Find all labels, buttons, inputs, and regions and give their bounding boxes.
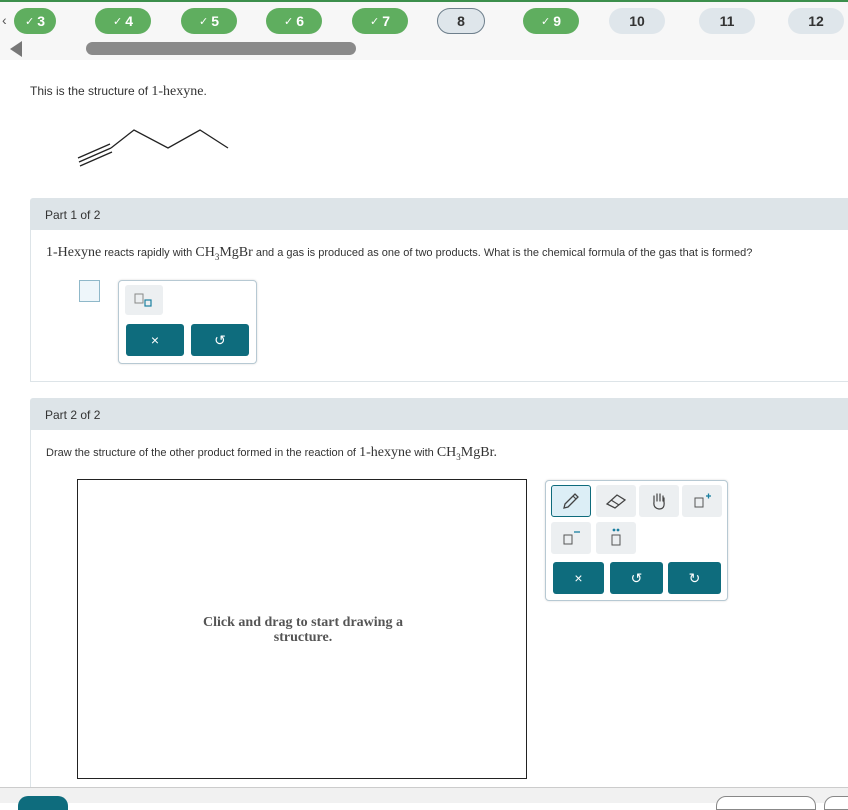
part1-header: Part 1 of 2 (30, 198, 848, 230)
check-icon: ✓ (198, 15, 209, 28)
subscript-template-button[interactable] (125, 285, 163, 315)
eraser-tool-button[interactable] (596, 485, 636, 517)
question-3-pill[interactable]: ✓ 3 (14, 8, 56, 34)
question-9-pill[interactable]: ✓ 9 (523, 8, 579, 34)
part1-question: 1-Hexyne reacts rapidly with CH3MgBr and… (46, 245, 753, 262)
undo-drawing-button[interactable]: ↺ (610, 562, 663, 594)
undo-button[interactable]: ↺ (191, 324, 249, 356)
hand-icon (653, 493, 665, 510)
question-6-pill[interactable]: ✓ 6 (266, 8, 322, 34)
question-10-pill[interactable]: 10 (609, 8, 665, 34)
check-icon: ✓ (369, 15, 380, 28)
pan-tool-button[interactable] (639, 485, 679, 517)
hexyne-structure (77, 129, 229, 167)
check-icon: ✓ (283, 15, 294, 28)
anion-charge-button[interactable] (551, 522, 591, 554)
clear-drawing-button[interactable]: × (553, 562, 604, 594)
drawing-canvas[interactable]: Click and drag to start drawing a struct… (77, 479, 527, 779)
scroll-left-arrow-icon[interactable] (10, 41, 22, 57)
positive-charge-icon (694, 493, 711, 508)
drawing-toolbar: × ↺ ↻ (545, 480, 728, 601)
check-icon: ✓ (24, 15, 35, 28)
check-icon: ✓ (112, 15, 123, 28)
redo-drawing-button[interactable]: ↻ (668, 562, 721, 594)
nav-scrollbar-thumb[interactable] (86, 42, 356, 55)
subscript-box-icon (134, 293, 152, 307)
formula-answer-input[interactable] (79, 280, 100, 302)
bottom-primary-button[interactable] (18, 796, 68, 810)
lone-pair-icon (611, 528, 621, 546)
check-icon: ✓ (540, 15, 551, 28)
question-5-pill[interactable]: ✓ 5 (181, 8, 237, 34)
question-7-pill[interactable]: ✓ 7 (352, 8, 408, 34)
eraser-icon (605, 494, 627, 509)
formula-toolbar: × ↺ (118, 280, 257, 364)
negative-charge-icon (563, 531, 580, 545)
question-nav: ‹ ✓ 3 ✓ 4 ✓ 5 ✓ 6 ✓ 7 8 ✓ 9 10 11 12 (0, 0, 848, 38)
question-8-pill[interactable]: 8 (437, 8, 485, 34)
nav-prev-icon[interactable]: ‹ (2, 12, 7, 28)
intro-text: This is the structure of 1-hexyne. (30, 84, 207, 99)
question-12-pill[interactable]: 12 (788, 8, 844, 34)
question-11-pill[interactable]: 11 (699, 8, 755, 34)
clear-button[interactable]: × (126, 324, 184, 356)
pencil-tool-button[interactable] (551, 485, 591, 517)
part2-header: Part 2 of 2 (30, 398, 848, 430)
question-4-pill[interactable]: ✓ 4 (95, 8, 151, 34)
canvas-hint: Click and drag to start drawing a struct… (203, 615, 403, 645)
lone-pair-button[interactable] (596, 522, 636, 554)
bottom-secondary-button[interactable] (716, 796, 816, 810)
pencil-icon (563, 493, 579, 509)
cation-charge-button[interactable] (682, 485, 722, 517)
bottom-tertiary-button[interactable] (824, 796, 848, 810)
part2-question: Draw the structure of the other product … (46, 445, 497, 462)
